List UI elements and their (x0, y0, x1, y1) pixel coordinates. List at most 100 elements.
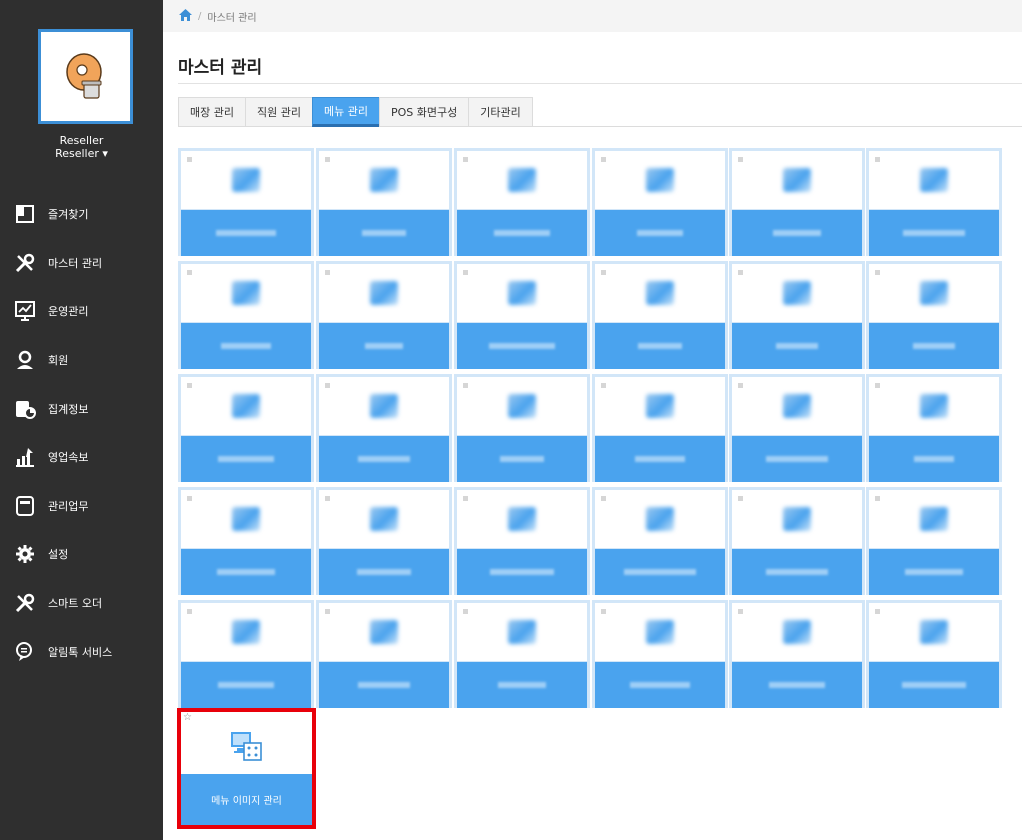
sidebar-item-operation[interactable]: 운영관리 (0, 287, 163, 336)
favorite-star-icon[interactable] (463, 609, 468, 614)
tile-icon-area (732, 603, 862, 661)
favorite-star-icon[interactable]: ☆ (183, 712, 192, 723)
sidebar-item-smart-order[interactable]: 스마트 오더 (0, 579, 163, 628)
sidebar-item-management[interactable]: 관리업무 (0, 482, 163, 531)
tile-icon-area (869, 377, 999, 435)
tile-label-bar (595, 436, 725, 482)
tab-pos-layout[interactable]: POS 화면구성 (378, 97, 469, 127)
menu-tile[interactable] (729, 600, 865, 708)
favorite-star-icon[interactable] (601, 157, 606, 162)
menu-tile[interactable] (592, 148, 728, 256)
favorite-star-icon[interactable] (325, 496, 330, 501)
favorite-star-icon[interactable] (463, 496, 468, 501)
menu-tile[interactable] (454, 374, 590, 482)
tab-menu[interactable]: 메뉴 관리 (311, 97, 379, 127)
blurred-menu-icon (508, 507, 536, 531)
menu-image-management-tile[interactable]: ☆ 메뉴 이미지 관리 (181, 712, 312, 825)
favorite-star-icon[interactable] (187, 609, 192, 614)
favorite-star-icon[interactable] (738, 270, 743, 275)
favorite-star-icon[interactable] (875, 157, 880, 162)
blurred-menu-icon (646, 394, 674, 418)
favorite-star-icon[interactable] (325, 383, 330, 388)
blurred-tile-label (635, 456, 685, 462)
favorite-star-icon[interactable] (601, 496, 606, 501)
favorite-star-icon[interactable] (601, 383, 606, 388)
menu-tile[interactable] (866, 600, 1002, 708)
sidebar-item-stats[interactable]: 집계정보 (0, 384, 163, 433)
tools-icon (12, 590, 38, 616)
menu-tile[interactable] (178, 374, 314, 482)
menu-tile[interactable] (316, 374, 452, 482)
menu-tile[interactable] (729, 148, 865, 256)
favorite-star-icon[interactable] (187, 383, 192, 388)
tile-icon-area (457, 151, 587, 209)
home-icon[interactable] (179, 8, 192, 24)
tab-staff[interactable]: 직원 관리 (244, 97, 312, 127)
menu-tile[interactable] (729, 261, 865, 369)
favorite-star-icon[interactable] (875, 609, 880, 614)
favorite-star-icon[interactable] (601, 270, 606, 275)
user-role-dropdown[interactable]: Reseller ▾ (0, 147, 163, 160)
menu-tile[interactable] (866, 261, 1002, 369)
menu-tile[interactable] (866, 487, 1002, 595)
blurred-menu-icon (920, 620, 948, 644)
favorite-star-icon[interactable] (875, 496, 880, 501)
favorite-star-icon[interactable] (875, 383, 880, 388)
menu-tile[interactable] (316, 261, 452, 369)
blurred-menu-icon (508, 394, 536, 418)
avatar[interactable] (38, 29, 133, 124)
favorite-star-icon[interactable] (325, 609, 330, 614)
favorite-star-icon[interactable] (738, 157, 743, 162)
tile-label-bar (732, 323, 862, 369)
sidebar-item-favorites[interactable]: 즐겨찾기 (0, 190, 163, 239)
sidebar-item-settings[interactable]: 설정 (0, 530, 163, 579)
sidebar-item-member[interactable]: 회원 (0, 336, 163, 385)
sidebar-item-sales-news[interactable]: 영업속보 (0, 433, 163, 482)
favorite-star-icon[interactable] (463, 157, 468, 162)
favorite-star-icon[interactable] (463, 270, 468, 275)
favorite-star-icon[interactable] (187, 157, 192, 162)
menu-tile[interactable] (729, 374, 865, 482)
favorite-star-icon[interactable] (187, 496, 192, 501)
favorite-star-icon[interactable] (875, 270, 880, 275)
tile-icon-area (869, 151, 999, 209)
favorite-star-icon[interactable] (325, 270, 330, 275)
menu-tile[interactable] (178, 487, 314, 595)
blurred-menu-icon (232, 620, 260, 644)
menu-tile[interactable] (866, 148, 1002, 256)
sidebar: Reseller Reseller ▾ 즐겨찾기 마스터 관리 운영관리 회원 (0, 0, 163, 840)
menu-tile[interactable] (592, 261, 728, 369)
sidebar-item-master[interactable]: 마스터 관리 (0, 239, 163, 288)
blurred-tile-label (769, 682, 825, 688)
tab-store[interactable]: 매장 관리 (178, 97, 245, 127)
favorite-star-icon[interactable] (738, 496, 743, 501)
favorite-star-icon[interactable] (325, 157, 330, 162)
menu-tile[interactable] (592, 600, 728, 708)
menu-tile[interactable] (178, 261, 314, 369)
menu-tile[interactable] (178, 148, 314, 256)
favorite-star-icon[interactable] (738, 609, 743, 614)
favorite-star-icon[interactable] (738, 383, 743, 388)
menu-tile[interactable] (592, 487, 728, 595)
menu-tile[interactable] (592, 374, 728, 482)
favorite-star-icon[interactable] (187, 270, 192, 275)
sidebar-item-alimtalk[interactable]: 알림톡 서비스 (0, 627, 163, 676)
tab-etc[interactable]: 기타관리 (468, 97, 533, 127)
menu-tile[interactable] (454, 487, 590, 595)
menu-tile[interactable] (316, 148, 452, 256)
menu-tile[interactable] (866, 374, 1002, 482)
menu-tile[interactable] (729, 487, 865, 595)
blurred-menu-icon (370, 507, 398, 531)
menu-tile[interactable] (454, 261, 590, 369)
menu-tile[interactable] (316, 487, 452, 595)
menu-tile[interactable] (454, 600, 590, 708)
tile-label-bar (869, 436, 999, 482)
menu-tile[interactable] (454, 148, 590, 256)
favorite-star-icon[interactable] (463, 383, 468, 388)
menu-tile[interactable] (316, 600, 452, 708)
breadcrumb: / 마스터 관리 (163, 0, 1022, 32)
menu-tile[interactable] (178, 600, 314, 708)
tile-label-bar (319, 210, 449, 256)
tile-icon-area (319, 490, 449, 548)
favorite-star-icon[interactable] (601, 609, 606, 614)
